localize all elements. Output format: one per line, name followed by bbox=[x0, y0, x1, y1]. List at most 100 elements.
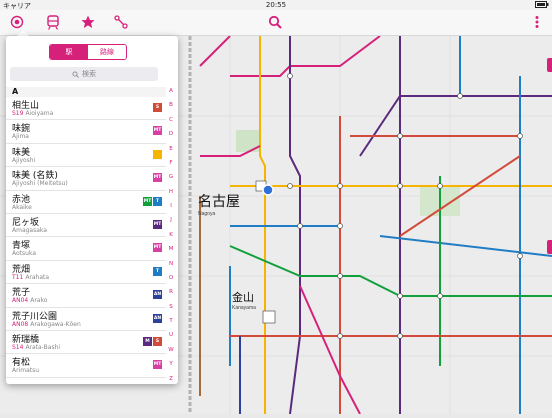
line-badge: AN bbox=[153, 290, 162, 300]
station-romaji: Amagasaka bbox=[12, 226, 47, 234]
line-badge: MT bbox=[153, 243, 162, 253]
station-romaji: Ajiyoshi bbox=[12, 156, 36, 164]
side-tab-top[interactable] bbox=[547, 58, 552, 72]
index-letter[interactable]: Z bbox=[169, 376, 173, 383]
line-badges: MT bbox=[153, 126, 162, 136]
station-row[interactable]: 新瑞橋 S14 Arata-Bashi M S bbox=[6, 331, 166, 355]
station-subtitle: Ajima bbox=[12, 133, 29, 140]
station-row[interactable]: 有松 Arimatsu MT bbox=[6, 354, 166, 378]
index-letter[interactable]: I bbox=[170, 203, 172, 210]
index-letter[interactable]: W bbox=[168, 347, 173, 354]
station-row[interactable]: 尼ヶ坂 Amagasaka MT bbox=[6, 214, 166, 238]
search-icon[interactable] bbox=[266, 13, 284, 31]
station-romaji: Ajima bbox=[12, 133, 29, 141]
line-badges: MT bbox=[153, 360, 162, 370]
search-input[interactable]: 検索 bbox=[10, 67, 158, 81]
station-row[interactable]: 味美 Ajiyoshi bbox=[6, 144, 166, 168]
tab-lines[interactable]: 路線 bbox=[88, 45, 126, 59]
index-letter[interactable]: C bbox=[169, 117, 173, 124]
line-badges bbox=[153, 149, 162, 159]
star-icon[interactable] bbox=[79, 13, 97, 31]
line-badge: MT bbox=[143, 196, 152, 206]
line-badge: MT bbox=[153, 173, 162, 183]
index-letter[interactable]: F bbox=[169, 160, 172, 167]
line-badge: M bbox=[143, 336, 152, 346]
search-placeholder: 検索 bbox=[82, 70, 96, 78]
route-icon[interactable] bbox=[112, 13, 130, 31]
index-letter[interactable]: J bbox=[170, 218, 172, 224]
station-subtitle: Ajiyoshi bbox=[12, 157, 35, 164]
station-row[interactable]: 青塚 Aotsuka MT bbox=[6, 237, 166, 261]
station-row[interactable]: 荒子 AN04 Arako AN bbox=[6, 284, 166, 308]
index-letter[interactable]: S bbox=[169, 304, 173, 311]
index-letter[interactable]: D bbox=[169, 132, 173, 138]
station-line-toggle[interactable]: 駅 路線 bbox=[49, 44, 127, 60]
nagoya-label: 名古屋 bbox=[198, 193, 240, 209]
station-subtitle: Ajiyoshi (Meitetsu) bbox=[12, 180, 68, 187]
station-romaji: Arimatsu bbox=[12, 367, 40, 375]
station-code: T11 bbox=[12, 273, 24, 281]
station-subtitle: Amagasaka bbox=[12, 227, 47, 234]
target-icon[interactable] bbox=[8, 13, 26, 31]
station-subtitle: AN08 Arakogawa-Kōen bbox=[12, 321, 81, 328]
line-badges: MT bbox=[153, 173, 162, 183]
line-badges: T bbox=[153, 266, 162, 276]
line-badges: MT bbox=[153, 219, 162, 229]
station-code: S19 bbox=[12, 110, 24, 117]
index-letter[interactable]: U bbox=[169, 333, 173, 339]
index-letter[interactable]: T bbox=[169, 318, 172, 325]
station-row[interactable]: 荒子川公園 AN08 Arakogawa-Kōen AN bbox=[6, 308, 166, 331]
line-badge: S bbox=[153, 103, 162, 112]
station-subtitle: AN04 Arako bbox=[12, 297, 47, 304]
station-romaji: Akaike bbox=[12, 203, 32, 211]
line-badges: AN bbox=[153, 290, 162, 300]
section-header: A bbox=[6, 87, 166, 97]
search-field-icon bbox=[72, 70, 79, 78]
index-letter[interactable]: N bbox=[169, 261, 173, 268]
line-badges: MT bbox=[153, 243, 162, 253]
tab-stations[interactable]: 駅 bbox=[50, 45, 88, 59]
clock: 20:55 bbox=[265, 1, 287, 9]
kanayama-romaji: Kanayama bbox=[232, 305, 256, 311]
line-badge: MT bbox=[153, 360, 162, 370]
index-letter[interactable]: M bbox=[169, 247, 174, 253]
toolbar bbox=[0, 10, 552, 36]
station-row[interactable]: 荒畑 T11 Arahata T bbox=[6, 261, 166, 285]
status-bar: キャリア 20:55 bbox=[0, 0, 552, 10]
index-letter[interactable]: E bbox=[169, 146, 172, 153]
station-row[interactable]: 赤池 Akaike MT T bbox=[6, 191, 166, 214]
train-icon[interactable] bbox=[44, 13, 62, 31]
station-romaji: Aotsuka bbox=[12, 250, 36, 258]
station-subtitle: T11 Arahata bbox=[12, 274, 49, 281]
index-letter[interactable]: R bbox=[169, 290, 173, 296]
line-badges: AN bbox=[153, 313, 162, 323]
index-letter[interactable]: Y bbox=[169, 362, 172, 368]
station-row[interactable]: 味美 (名鉄) Ajiyoshi (Meitetsu) MT bbox=[6, 167, 166, 191]
station-subtitle: S14 Arata-Bashi bbox=[12, 344, 60, 351]
line-badge bbox=[153, 149, 162, 159]
line-badge: S bbox=[153, 336, 162, 346]
line-badge: MT bbox=[153, 219, 162, 229]
kanayama-label: 金山 bbox=[232, 290, 254, 304]
station-subtitle: S19 Aioiyama bbox=[12, 110, 53, 117]
index-letter[interactable]: A bbox=[169, 88, 173, 95]
station-list[interactable]: A 相生山 S19 Aioiyama S 味鋺 Ajima MT 味美 Ajiyoshi 味美 (… bbox=[6, 87, 166, 384]
index-letter[interactable]: H bbox=[169, 189, 173, 196]
index-letter[interactable]: K bbox=[169, 232, 173, 239]
station-romaji: Arahata bbox=[25, 273, 50, 281]
battery-icon bbox=[535, 1, 549, 10]
index-letter[interactable]: G bbox=[169, 175, 173, 181]
index-letter[interactable]: O bbox=[169, 275, 173, 282]
station-romaji: Aioiyama bbox=[25, 110, 54, 117]
station-code: S14 bbox=[12, 343, 24, 351]
line-badge: T bbox=[153, 196, 162, 206]
alphabet-index[interactable]: A B C D EF G HI J K M NO R ST U W Y Z bbox=[164, 87, 178, 384]
station-row[interactable]: 味鋺 Ajima MT bbox=[6, 120, 166, 144]
station-subtitle: Akaike bbox=[12, 204, 32, 211]
index-letter[interactable]: B bbox=[169, 103, 173, 109]
more-icon[interactable] bbox=[528, 13, 546, 31]
station-row[interactable]: 相生山 S19 Aioiyama S bbox=[6, 97, 166, 121]
station-subtitle: Aotsuka bbox=[12, 250, 36, 257]
side-tab-bottom[interactable] bbox=[547, 240, 552, 254]
station-code: AN08 bbox=[12, 320, 29, 328]
